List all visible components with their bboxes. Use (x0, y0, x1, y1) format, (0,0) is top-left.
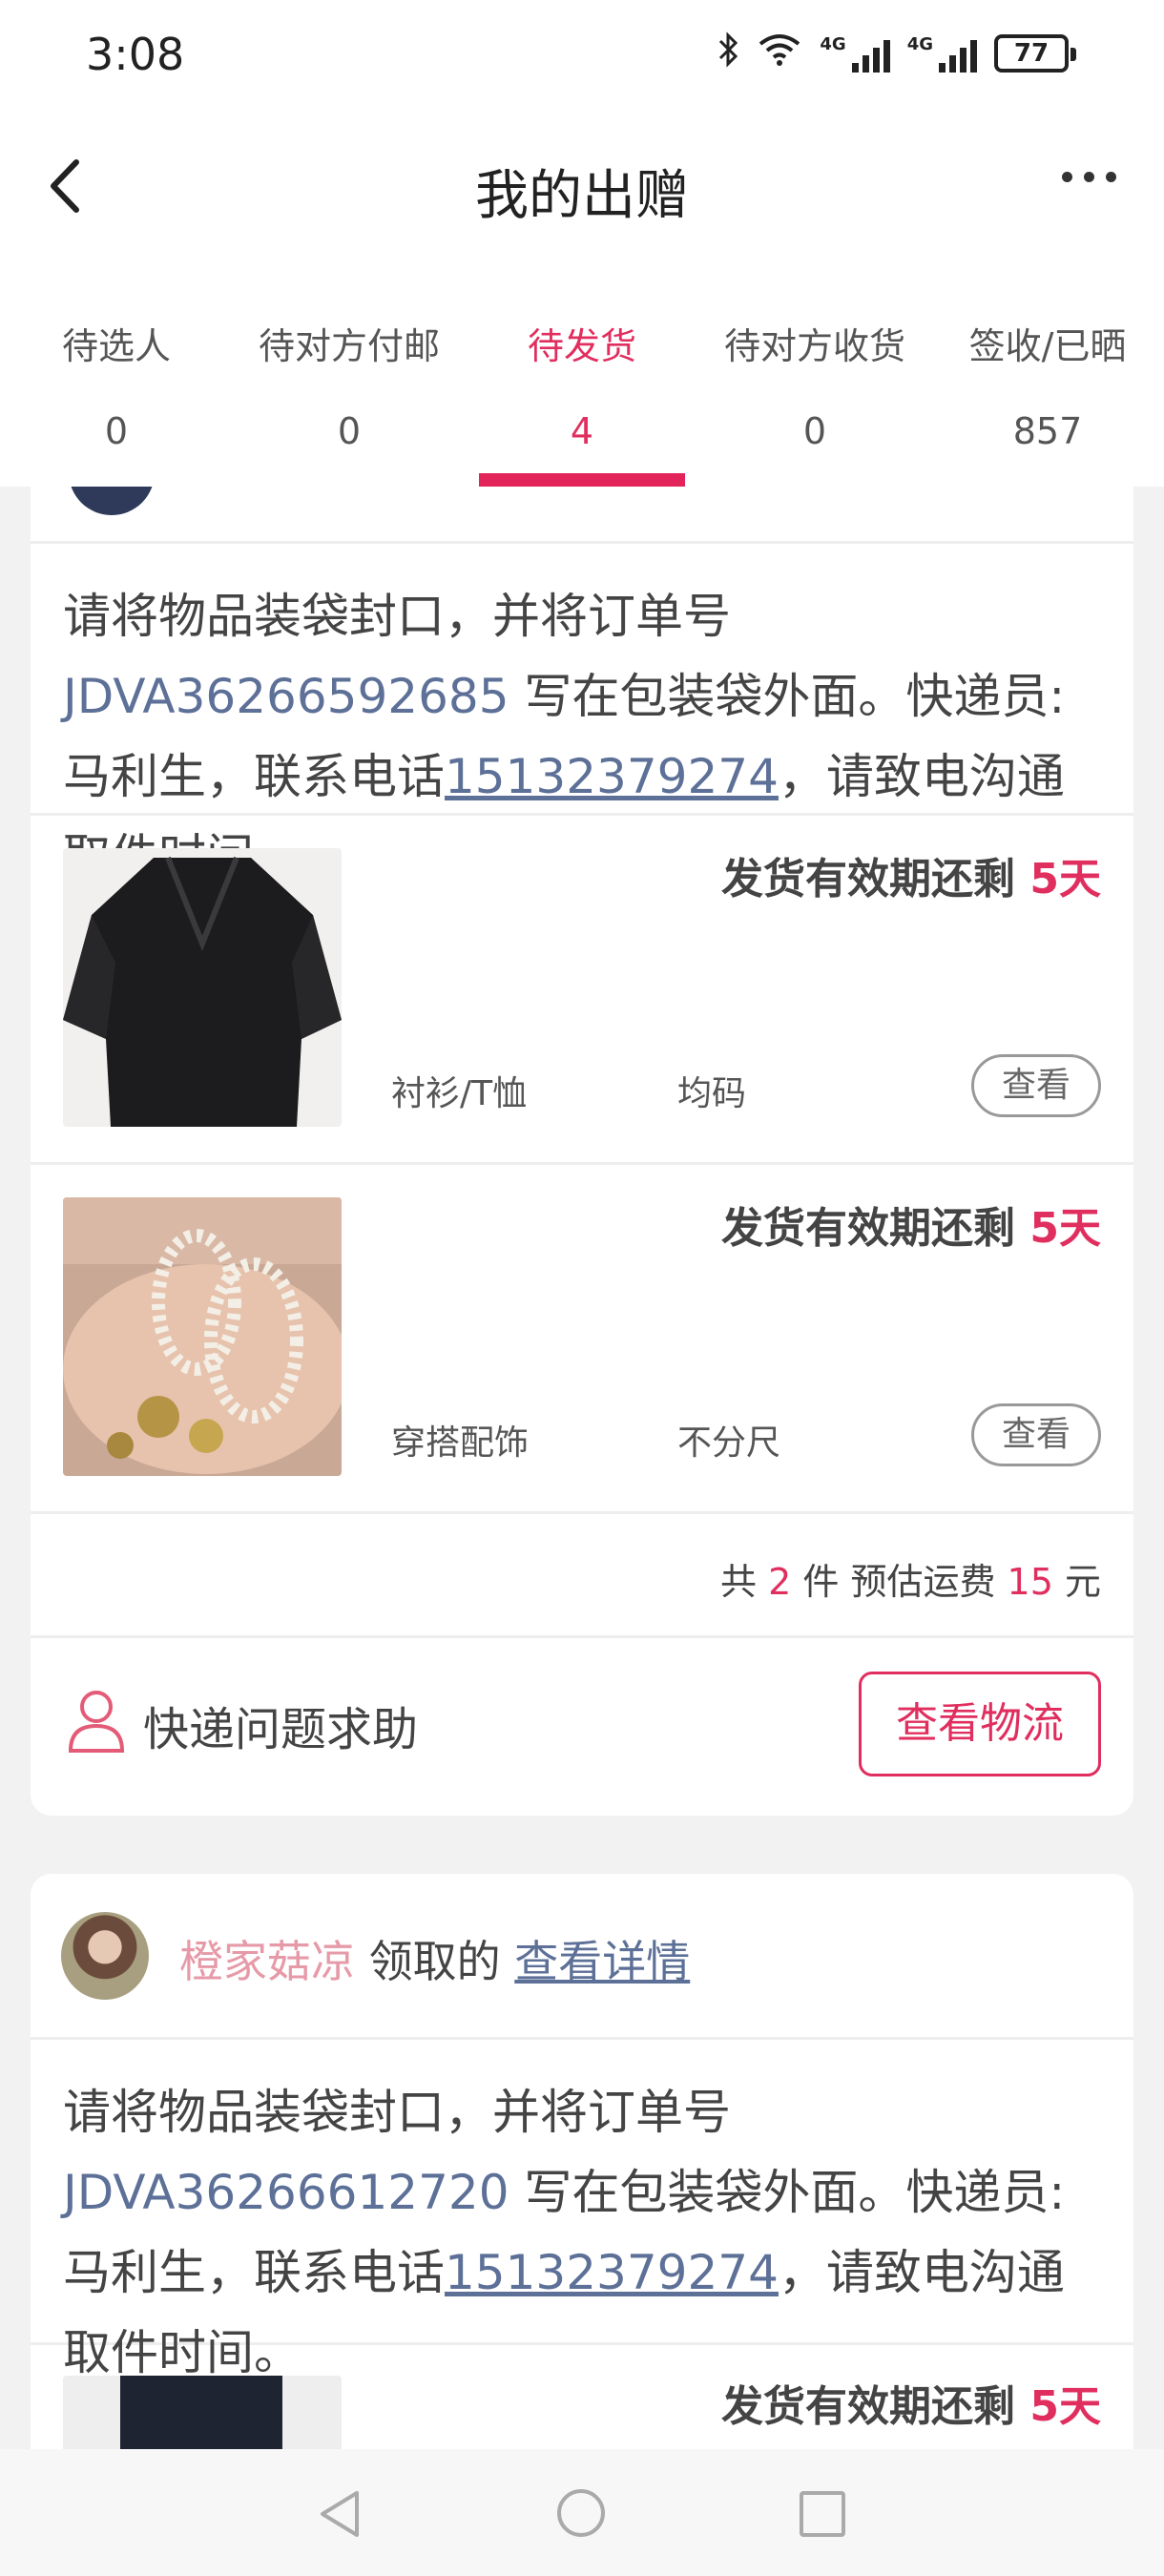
more-dot-icon (1084, 172, 1094, 182)
courier-help-link[interactable]: 快递问题求助 (143, 1692, 418, 1758)
deadline-label: 发货有效期还剩 (721, 1204, 1030, 1253)
signal-icon-1: 4G (820, 34, 890, 73)
item-size: 均码 (677, 1074, 747, 1113)
deadline-days: 5天 (1029, 2382, 1101, 2431)
active-tab-indicator (479, 473, 685, 487)
order-number: JDVA36266612720 (63, 2165, 509, 2220)
deadline-label: 发货有效期还剩 (721, 2382, 1030, 2431)
status-tabs: 待选人 0 待对方付邮 0 待发货 4 待对方收货 0 签收/已晒 857 (0, 258, 1164, 487)
more-options-button[interactable] (1062, 172, 1116, 182)
nav-home-icon[interactable] (557, 2489, 605, 2537)
user-icon[interactable] (67, 1688, 126, 1753)
deadline-days: 5天 (1029, 855, 1101, 904)
instruction-text: 请将物品装袋封口，并将订单号 (63, 2085, 731, 2140)
instruction-text: 请将物品装袋封口，并将订单号 (63, 589, 731, 644)
tab-label: 待发货 (527, 325, 636, 367)
system-nav-bar (0, 2449, 1164, 2576)
item-photo[interactable] (63, 848, 342, 1127)
ship-deadline: 发货有效期还剩 5天 (721, 2372, 1101, 2433)
signal-icon-2: 4G (907, 34, 977, 73)
status-time: 3:08 (86, 29, 185, 80)
item-size: 不分尺 (677, 1423, 781, 1463)
network-type-2: 4G (906, 34, 933, 54)
page-title: 我的出赠 (475, 165, 689, 227)
gift-item: 发货有效期还剩 5天 衬衫/T恤 均码 查看 (31, 816, 1133, 1162)
nav-bar: 我的出赠 (0, 114, 1164, 258)
gift-item: 发货有效期还剩 5天 穿搭配饰 不分尺 查看 (31, 1165, 1133, 1511)
courier-phone-link[interactable]: 15132379274 (445, 749, 779, 804)
more-dot-icon (1106, 172, 1116, 182)
courier-phone-link[interactable]: 15132379274 (445, 2245, 779, 2300)
item-category: 衬衫/T恤 (391, 1074, 528, 1113)
avatar[interactable] (61, 1912, 149, 2000)
battery-icon: 77 (994, 34, 1076, 73)
tab-label: 待对方付邮 (258, 325, 440, 367)
view-item-button[interactable]: 查看 (971, 1403, 1101, 1466)
summary-text: 共 2 件 预估运费 15 元 (720, 1552, 1101, 1605)
tab-count: 0 (104, 410, 129, 452)
receiver-info: 橙家菇凉 领取的 查看详情 (179, 1927, 690, 1990)
network-type-1: 4G (820, 34, 846, 54)
tab-count: 0 (802, 410, 827, 452)
item-photo[interactable] (63, 1197, 342, 1476)
shipping-fee: 15 (1007, 1561, 1053, 1603)
deadline-days: 5天 (1029, 1204, 1101, 1253)
summary-label: 元 (1052, 1561, 1101, 1603)
deadline-label: 发货有效期还剩 (721, 855, 1030, 904)
gift-card: 橙家菇凉 领取的 查看详情 请将物品装袋封口，并将订单号 JDVA3626661… (31, 1874, 1133, 2542)
nav-back-icon[interactable] (315, 2487, 364, 2541)
tab-label: 待选人 (61, 325, 171, 367)
ship-deadline: 发货有效期还剩 5天 (721, 1194, 1101, 1255)
tab-pending-select[interactable]: 待选人 0 (0, 258, 233, 487)
ship-deadline: 发货有效期还剩 5天 (721, 844, 1101, 905)
order-summary: 共 2 件 预估运费 15 元 (31, 1514, 1133, 1635)
view-item-button[interactable]: 查看 (971, 1054, 1101, 1117)
tab-signed-shared[interactable]: 签收/已晒 857 (931, 258, 1164, 487)
item-count: 2 (768, 1561, 792, 1603)
item-category: 穿搭配饰 (391, 1423, 530, 1463)
card-footer: 快递问题求助 查看物流 (31, 1638, 1133, 1816)
tab-count: 4 (570, 410, 594, 452)
claimed-label: 领取的 (355, 1936, 515, 1987)
avatar[interactable] (69, 487, 155, 515)
nav-recent-apps-icon[interactable] (800, 2491, 845, 2537)
tab-pending-receipt[interactable]: 待对方收货 0 (698, 258, 931, 487)
bluetooth-icon (717, 31, 739, 76)
tab-label: 待对方收货 (723, 325, 905, 367)
order-number: JDVA36266592685 (63, 669, 509, 724)
receiver-name[interactable]: 橙家菇凉 (179, 1936, 355, 1987)
shipping-instructions: 请将物品装袋封口，并将订单号 JDVA36266612720 写在包装袋外面。快… (31, 2040, 1133, 2380)
tab-pending-postage[interactable]: 待对方付邮 0 (233, 258, 466, 487)
tab-label: 签收/已晒 (968, 325, 1127, 367)
tab-count: 857 (1012, 410, 1083, 452)
view-details-link[interactable]: 查看详情 (514, 1936, 690, 1987)
gift-card: 请将物品装袋封口，并将订单号 JDVA36266592685 写在包装袋外面。快… (31, 487, 1133, 1816)
summary-label: 件 预估运费 (791, 1561, 1008, 1603)
more-dot-icon (1062, 172, 1072, 182)
receiver-row: 橙家菇凉 领取的 查看详情 (31, 1874, 1133, 2037)
summary-label: 共 (720, 1561, 769, 1603)
view-logistics-button[interactable]: 查看物流 (859, 1672, 1101, 1776)
status-icons: 4G 4G 77 (717, 31, 1076, 76)
tab-pending-ship[interactable]: 待发货 4 (466, 258, 698, 487)
wifi-icon (757, 32, 802, 74)
tab-count: 0 (337, 410, 362, 452)
status-bar: 3:08 4G 4G 77 (0, 0, 1164, 114)
shipping-instructions: 请将物品装袋封口，并将订单号 JDVA36266592685 写在包装袋外面。快… (31, 544, 1133, 884)
